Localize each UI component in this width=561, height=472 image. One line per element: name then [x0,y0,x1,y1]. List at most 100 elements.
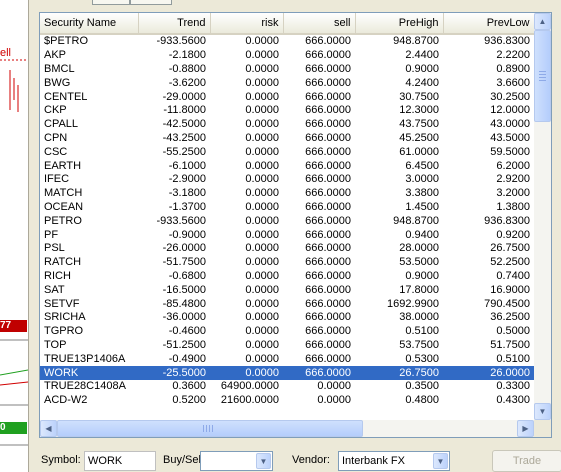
security-name-cell: WORK [40,366,138,380]
security-name-cell: SETVF [44,297,80,310]
value-cell: 666.0000 [283,366,355,380]
table-row[interactable]: PETRO -933.5600 0.0000 666.0000 948.8700 936.… [40,214,534,228]
table-row[interactable]: MATCH -3.1800 0.0000 666.0000 3.3800 3.2000 [40,187,534,201]
table-row[interactable]: SETVF -85.4800 0.0000 666.0000 1692.9900 790.… [40,297,534,311]
table-row[interactable]: WORK -25.5000 0.0000 666.0000 26.7500 26.0000 [40,366,534,380]
value-cell: 0.0000 [210,366,283,380]
value-cell: 0.0000 [245,35,279,48]
scroll-down-arrow-icon[interactable]: ▼ [534,403,551,420]
column-header-prehigh[interactable]: PreHigh [355,13,444,35]
value-cell: 21600.0000 [220,394,279,407]
horizontal-scrollbar[interactable]: ◀ ▶ [40,420,534,437]
table-row[interactable]: CSC -55.2500 0.0000 666.0000 61.0000 59.5000 [40,145,534,159]
security-name-cell: IFEC [44,173,70,186]
security-name-cell: PETRO [44,214,82,227]
table-row[interactable]: BWG -3.6200 0.0000 666.0000 4.2400 3.6600 [40,76,534,90]
table-row[interactable]: IFEC -2.9000 0.0000 666.0000 3.0000 2.9200 [40,173,534,187]
value-cell: -0.4900 [168,352,206,365]
chevron-down-icon[interactable]: ▼ [256,453,271,469]
value-cell: 0.0000 [245,76,279,89]
security-name-cell: CENTEL [44,90,88,103]
table-row[interactable] [40,408,534,420]
value-cell [443,408,534,420]
security-name-cell: SAT [44,283,65,296]
column-header-trend[interactable]: Trend [138,13,211,35]
value-cell: -25.5000 [138,366,210,380]
value-cell: 4.2400 [405,76,439,89]
value-cell: 666.0000 [305,269,351,282]
value-cell: 0.0000 [317,394,351,407]
value-cell: 0.0000 [245,311,279,324]
table-row[interactable]: ACD-W2 0.5200 21600.0000 0.0000 0.4800 0.4300 [40,394,534,408]
value-cell: 666.0000 [305,145,351,158]
top-tab-1[interactable] [92,0,130,5]
value-cell: -0.8800 [168,62,206,75]
table-row[interactable]: OCEAN -1.3700 0.0000 666.0000 1.4500 1.3800 [40,201,534,215]
table-row[interactable]: BMCL -0.8800 0.0000 666.0000 0.9000 0.8900 [40,63,534,77]
value-cell: 28.0000 [399,242,439,255]
scroll-up-arrow-icon[interactable]: ▲ [534,13,551,30]
column-header-security-name[interactable]: Security Name [40,13,139,35]
table-row[interactable]: SRICHA -36.0000 0.0000 666.0000 38.0000 36.25… [40,311,534,325]
scroll-left-arrow-icon[interactable]: ◀ [40,420,57,437]
value-cell: 0.0000 [245,200,279,213]
value-cell: 45.2500 [399,131,439,144]
value-cell: 0.0000 [245,214,279,227]
vertical-scroll-thumb[interactable] [534,30,551,122]
chart-canvas [0,59,29,446]
buysell-dropdown[interactable]: ▼ [200,451,273,471]
column-header-sell[interactable]: sell [283,13,356,35]
value-cell: 0.9000 [405,62,439,75]
value-cell: 0.5100 [405,325,439,338]
value-cell: 17.8000 [399,283,439,296]
value-cell: 2.9200 [496,173,530,186]
table-row[interactable]: EARTH -6.1000 0.0000 666.0000 6.4500 6.2000 [40,159,534,173]
vendor-dropdown[interactable]: Interbank FX ▼ [338,451,450,471]
chevron-down-icon[interactable]: ▼ [433,453,448,469]
symbol-field[interactable]: WORK [84,451,156,471]
table-row[interactable]: CENTEL -29.0000 0.0000 666.0000 30.7500 30.25… [40,90,534,104]
value-cell: 0.4800 [405,394,439,407]
value-cell: 948.8700 [393,35,439,48]
value-cell: 3.6600 [496,76,530,89]
value-cell: 38.0000 [399,311,439,324]
value-cell: 0.0000 [317,380,351,393]
value-cell: 64900.0000 [220,380,279,393]
table-row[interactable]: TRUE28C1408A 0.3600 64900.0000 0.0000 0.3500… [40,380,534,394]
column-header-risk[interactable]: risk [210,13,284,35]
value-cell: 0.0000 [245,90,279,103]
table-row[interactable]: PF -0.9000 0.0000 666.0000 0.9400 0.9200 [40,228,534,242]
table-row[interactable]: TGPRO -0.4600 0.0000 666.0000 0.5100 0.5000 [40,325,534,339]
table-row[interactable]: CPN -43.2500 0.0000 666.0000 45.2500 43.5000 [40,132,534,146]
value-cell: 666.0000 [305,297,351,310]
vendor-label: Vendor: [292,454,330,466]
table-row[interactable]: SAT -16.5000 0.0000 666.0000 17.8000 16.9000 [40,283,534,297]
table-row[interactable]: AKP -2.1800 0.0000 666.0000 2.4400 2.2200 [40,49,534,63]
value-cell: 666.0000 [305,173,351,186]
vertical-scrollbar[interactable]: ▲ ▼ [534,13,551,420]
table-row[interactable]: TOP -51.2500 0.0000 666.0000 53.7500 51.7500 [40,339,534,353]
column-header-prevlow[interactable]: PrevLow [443,13,534,35]
table-row[interactable]: TRUE13P1406A -0.4900 0.0000 666.0000 0.5300 0… [40,352,534,366]
table-row[interactable]: RATCH -51.7500 0.0000 666.0000 53.5000 52.250… [40,256,534,270]
value-cell: -2.1800 [168,49,206,62]
table-row[interactable]: CPALL -42.5000 0.0000 666.0000 43.7500 43.000… [40,118,534,132]
table-row[interactable]: RICH -0.6800 0.0000 666.0000 0.9000 0.7400 [40,270,534,284]
value-cell: -42.5000 [162,118,206,131]
value-cell [210,408,283,420]
horizontal-scroll-thumb[interactable] [57,420,363,437]
order-bar: Symbol: WORK Buy/Sell: ▼ Vendor: Interba… [36,446,561,472]
security-name-cell: BWG [44,76,71,89]
value-cell: -55.2500 [162,145,206,158]
table-row[interactable]: $PETRO -933.5600 0.0000 666.0000 948.8700 936… [40,34,534,49]
table-row[interactable]: PSL -26.0000 0.0000 666.0000 28.0000 26.7500 [40,242,534,256]
security-name-cell: PSL [44,242,65,255]
top-tab-2[interactable] [130,0,172,5]
value-cell: 666.0000 [305,62,351,75]
value-cell: -6.1000 [168,159,206,172]
panel-splitter[interactable] [28,0,37,472]
table-row[interactable]: CKP -11.8000 0.0000 666.0000 12.3000 12.0000 [40,104,534,118]
value-cell: 0.9000 [405,269,439,282]
trade-button[interactable]: Trade [492,450,561,472]
scroll-right-arrow-icon[interactable]: ▶ [517,420,534,437]
